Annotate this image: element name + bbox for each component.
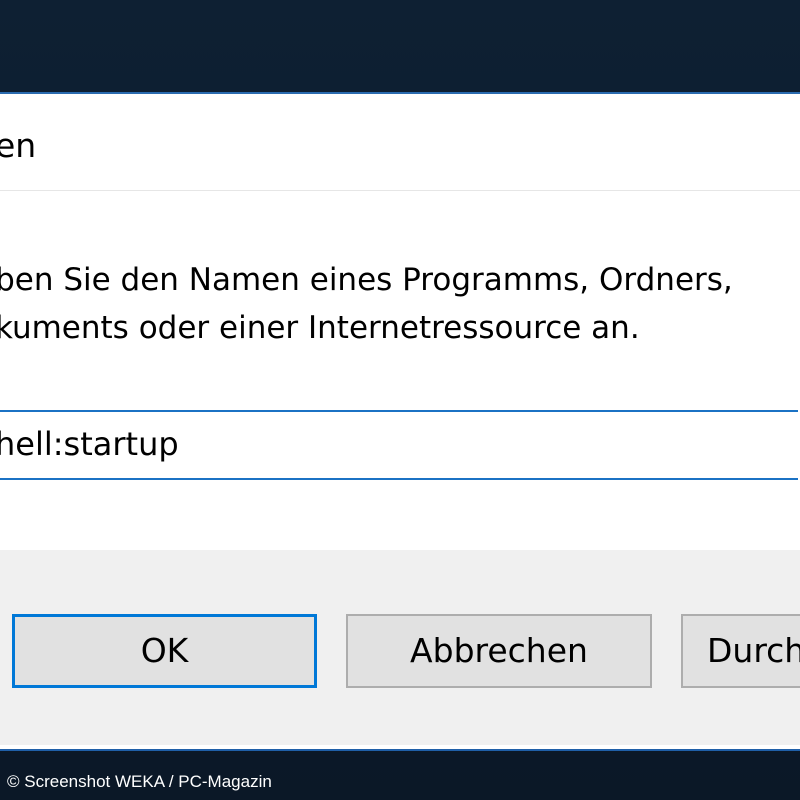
copyright-watermark: © Screenshot WEKA / PC-Magazin [7, 772, 272, 791]
dialog-description-line-2: okuments oder einer Internetressource an… [0, 310, 640, 346]
dialog-title: en [0, 126, 37, 165]
ok-button[interactable]: OK [12, 614, 317, 688]
open-input-value[interactable]: hell:startup [0, 425, 179, 463]
dialog-description-line-1: eben Sie den Namen eines Programms, Ordn… [0, 262, 733, 298]
title-separator [0, 190, 800, 191]
browse-button[interactable]: Durch [681, 614, 800, 688]
cancel-button[interactable]: Abbrechen [346, 614, 652, 688]
